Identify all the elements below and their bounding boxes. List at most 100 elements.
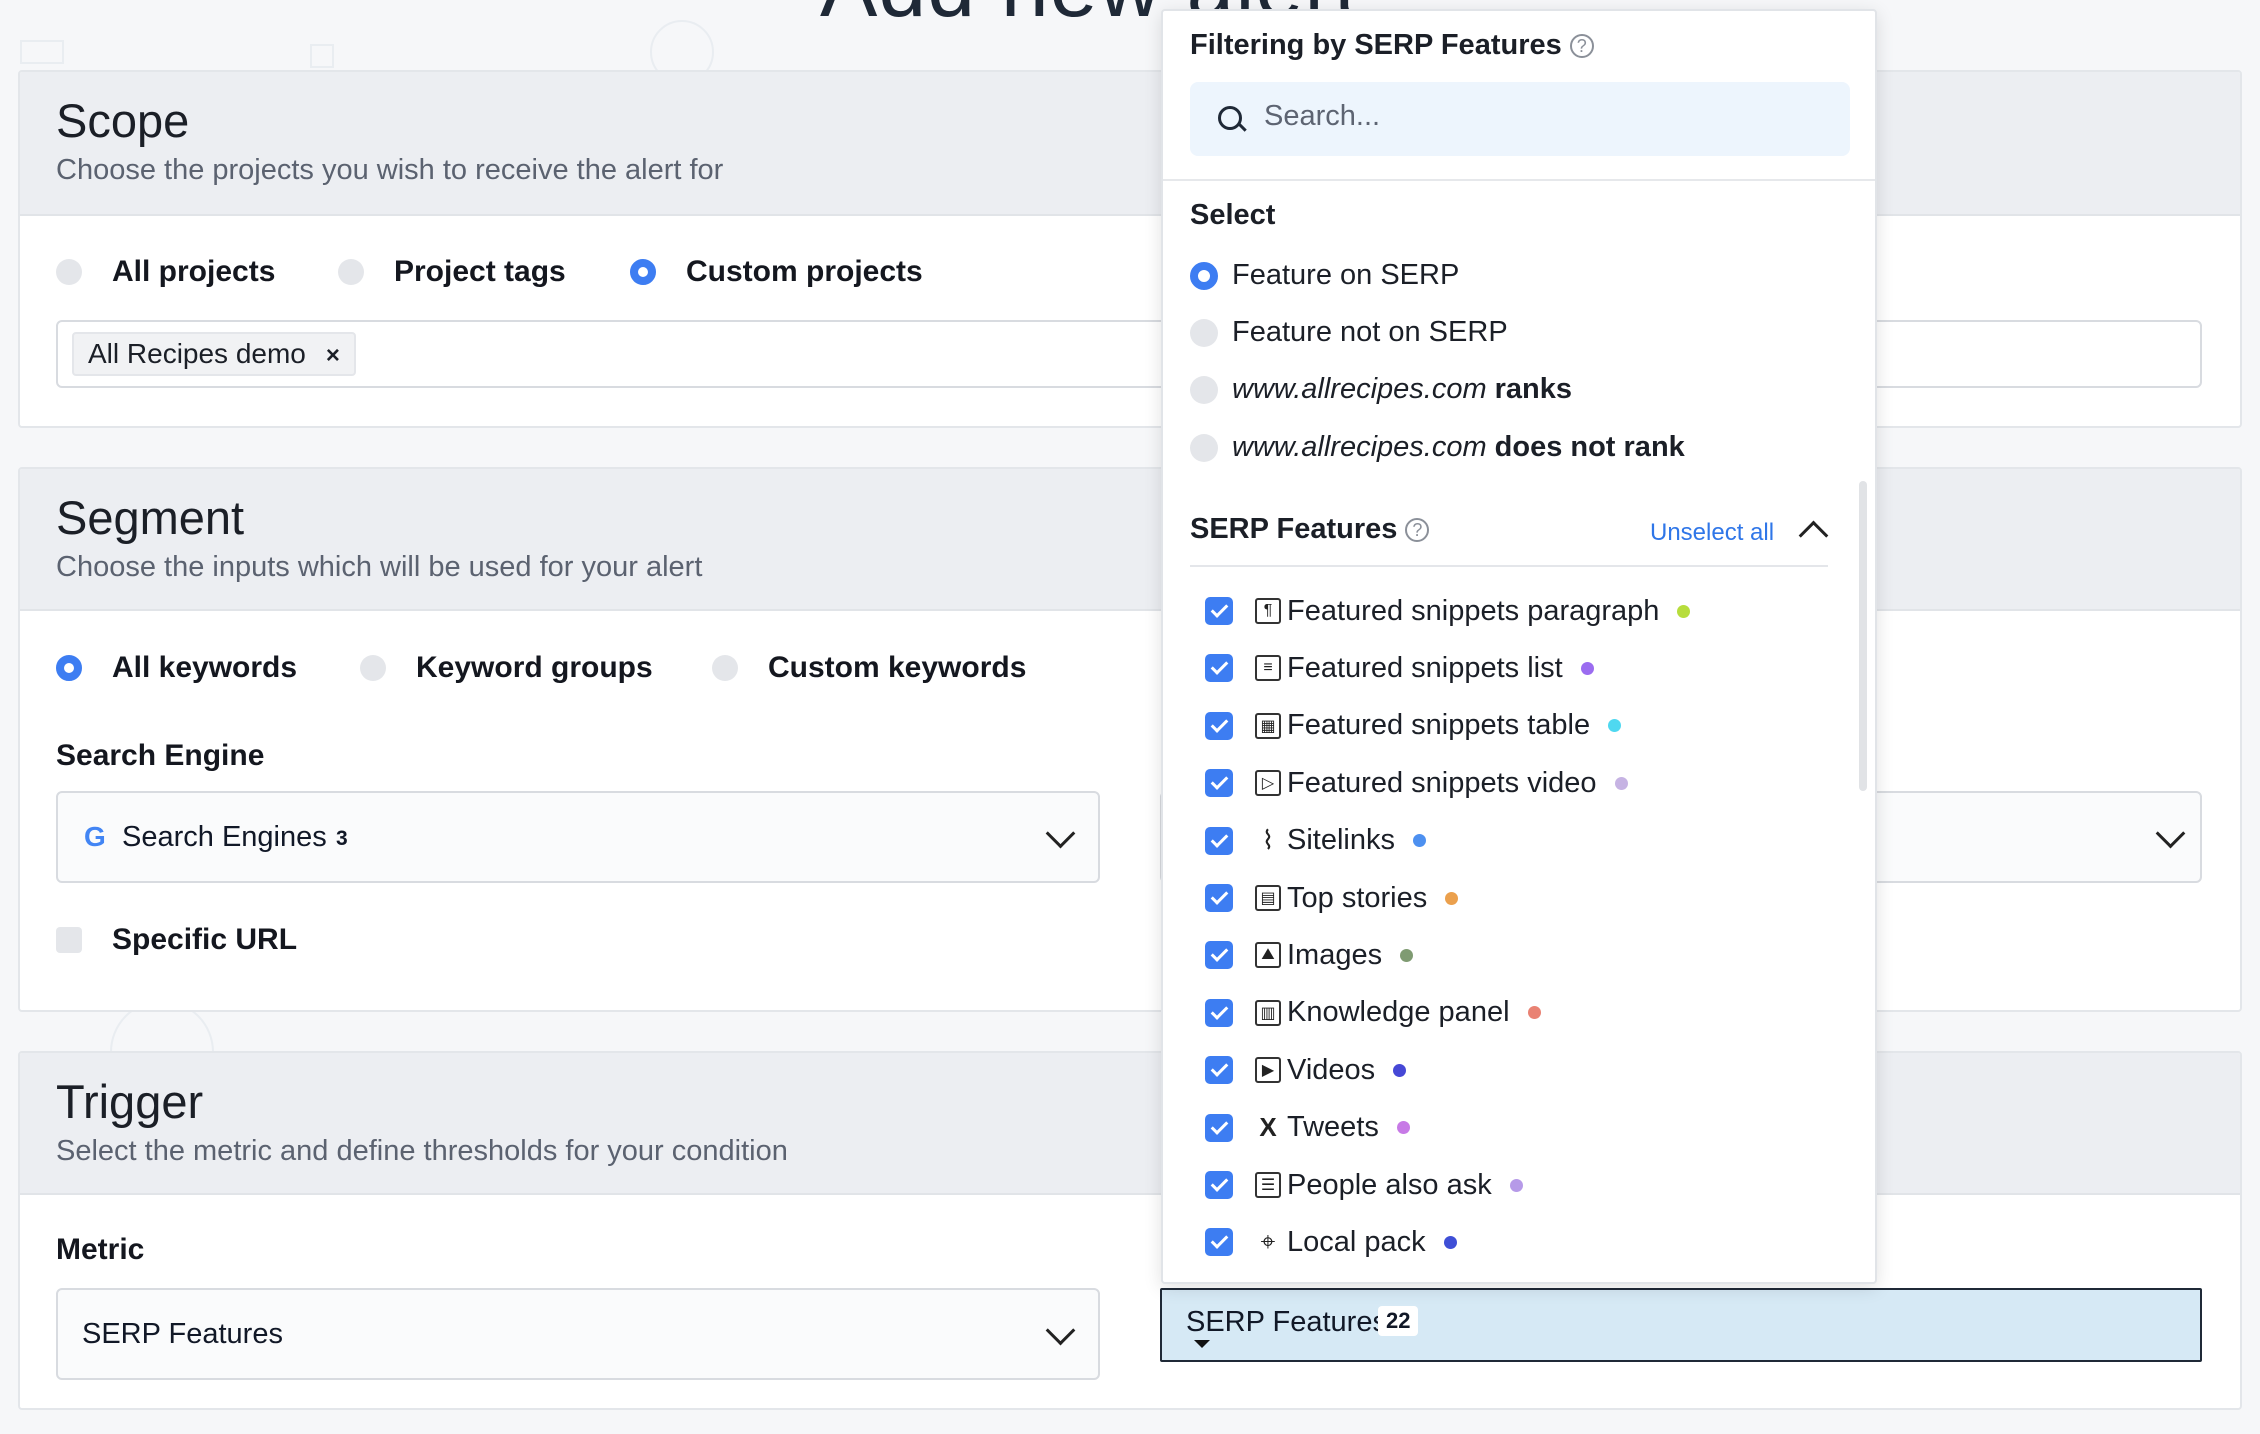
scope-header: Scope Choose the projects you wish to re… — [20, 72, 2240, 216]
serp-feature-item[interactable]: ▦ Featured snippets table — [1205, 706, 1622, 746]
option-domain-ranks[interactable]: www.allrecipes.com ranks — [1190, 373, 1572, 406]
radio-label: Custom keywords — [768, 651, 1027, 684]
segment-option-all-keywords[interactable]: All keywords — [56, 651, 297, 685]
serp-feature-item[interactable]: ▷ Featured snippets video — [1205, 763, 1628, 803]
metric-select[interactable]: SERP Features — [56, 1288, 1100, 1380]
color-dot — [1580, 661, 1594, 675]
checkbox-checked[interactable] — [1205, 998, 1233, 1027]
radio-button[interactable] — [1190, 318, 1218, 347]
segment-option-custom-keywords[interactable]: Custom keywords — [712, 651, 1026, 685]
checkbox-checked[interactable] — [1205, 597, 1233, 625]
search-engine-select[interactable]: G Search Engines 3 — [56, 791, 1100, 883]
specific-url-checkbox[interactable]: Specific URL — [56, 923, 297, 957]
option-domain: www.allrecipes.com — [1232, 431, 1487, 463]
help-icon[interactable]: ? — [1569, 34, 1594, 59]
checkbox-checked[interactable] — [1205, 1056, 1233, 1085]
snippet-video-icon: ▷ — [1255, 770, 1281, 797]
project-tag: All Recipes demo × — [72, 332, 356, 376]
radio-button[interactable] — [360, 655, 386, 681]
serp-feature-item[interactable]: ¶ Featured snippets paragraph — [1205, 591, 1691, 631]
option-label: Feature not on SERP — [1232, 316, 1508, 348]
serp-feature-item[interactable]: ▤ Top stories — [1205, 878, 1459, 918]
radio-label: All projects — [112, 255, 276, 288]
checkbox[interactable] — [56, 927, 82, 953]
option-feature-not-on-serp[interactable]: Feature not on SERP — [1190, 316, 1508, 349]
snippet-paragraph-icon: ¶ — [1255, 598, 1281, 624]
segment-card: Segment Choose the inputs which will be … — [18, 467, 2242, 1012]
serp-feature-label: Local pack — [1287, 1225, 1426, 1258]
checkbox-checked[interactable] — [1205, 654, 1233, 683]
color-dot — [1393, 1063, 1407, 1077]
background-decoration — [20, 40, 64, 64]
checkbox-checked[interactable] — [1205, 1171, 1233, 1199]
search-icon — [1218, 106, 1242, 130]
serp-feature-label: Tweets — [1287, 1111, 1379, 1144]
serp-feature-item[interactable]: ☰ People also ask — [1205, 1165, 1523, 1205]
serp-feature-label: Sitelinks — [1287, 824, 1395, 857]
divider — [1190, 565, 1828, 567]
checkbox-checked[interactable] — [1205, 941, 1233, 970]
serp-feature-item[interactable]: ▥ Knowledge panel — [1205, 993, 1541, 1033]
color-dot — [1677, 604, 1691, 618]
serp-feature-item[interactable]: ⛰ Images — [1205, 935, 1414, 975]
radio-button[interactable] — [712, 655, 738, 681]
serp-feature-item[interactable]: ▶ Videos — [1205, 1050, 1407, 1090]
chevron-down-icon — [2155, 818, 2186, 849]
trigger-title: Trigger — [56, 1075, 204, 1128]
serp-features-count-badge: 22 — [1378, 1306, 1419, 1336]
serp-feature-label: Featured snippets video — [1287, 766, 1597, 799]
chevron-down-icon — [1045, 1315, 1076, 1346]
checkbox-checked[interactable] — [1205, 769, 1233, 798]
serp-feature-item[interactable]: ⌇ Sitelinks — [1205, 821, 1426, 861]
project-select-field[interactable]: All Recipes demo × — [56, 320, 2202, 388]
segment-title: Segment — [56, 491, 245, 544]
checkbox-label: Specific URL — [112, 923, 298, 956]
scope-option-all-projects[interactable]: All projects — [56, 255, 275, 289]
radio-button-selected[interactable] — [1190, 261, 1218, 290]
option-feature-on-serp[interactable]: Feature on SERP — [1190, 259, 1459, 292]
color-dot — [1614, 776, 1628, 790]
unselect-all-link[interactable]: Unselect all — [1650, 519, 1774, 547]
search-engine-label: Search Engine — [56, 739, 265, 772]
serp-feature-item[interactable]: ⌖ Local pack — [1205, 1222, 1457, 1262]
x-icon: X — [1259, 1112, 1277, 1143]
scope-option-project-tags[interactable]: Project tags — [338, 255, 566, 289]
newspaper-icon: ▤ — [1255, 885, 1281, 911]
radio-button-selected[interactable] — [630, 259, 656, 285]
radio-button[interactable] — [1190, 375, 1218, 404]
serp-feature-label: Top stories — [1287, 881, 1428, 914]
color-dot — [1400, 948, 1414, 962]
option-label: Feature on SERP — [1232, 259, 1460, 291]
chevron-up-icon[interactable] — [1798, 520, 1829, 551]
trigger-card: Trigger Select the metric and define thr… — [18, 1051, 2242, 1410]
checkbox-checked[interactable] — [1205, 711, 1233, 740]
snippet-table-icon: ▦ — [1255, 712, 1281, 739]
segment-option-keyword-groups[interactable]: Keyword groups — [360, 651, 653, 685]
radio-button-selected[interactable] — [56, 655, 82, 681]
checkbox-checked[interactable] — [1205, 1113, 1233, 1142]
radio-button[interactable] — [1190, 433, 1218, 462]
scope-card: Scope Choose the projects you wish to re… — [18, 70, 2242, 428]
serp-feature-item[interactable]: X Tweets — [1205, 1108, 1410, 1148]
serp-feature-label: People also ask — [1287, 1168, 1492, 1201]
color-dot — [1527, 1006, 1541, 1020]
background-decoration — [310, 44, 334, 68]
radio-button[interactable] — [338, 259, 364, 285]
color-dot — [1608, 719, 1622, 733]
option-label: www.allrecipes.com does not rank — [1232, 431, 1685, 464]
scope-option-custom-projects[interactable]: Custom projects — [630, 255, 923, 289]
checkbox-checked[interactable] — [1205, 884, 1233, 912]
option-domain-does-not-rank[interactable]: www.allrecipes.com does not rank — [1190, 431, 1685, 464]
dropdown-search-input[interactable]: Search... — [1190, 82, 1850, 156]
radio-button[interactable] — [56, 259, 82, 285]
serp-feature-item[interactable]: ≡ Featured snippets list — [1205, 648, 1594, 688]
serp-features-filter-button[interactable]: SERP Features 22 — [1160, 1288, 2202, 1362]
checkbox-checked[interactable] — [1205, 826, 1233, 855]
serp-feature-label: Featured snippets table — [1287, 709, 1591, 742]
checkbox-checked[interactable] — [1205, 1228, 1233, 1257]
color-dot — [1443, 1235, 1457, 1249]
option-suffix: does not rank — [1494, 431, 1685, 463]
remove-tag-icon[interactable]: × — [326, 342, 340, 369]
help-icon[interactable]: ? — [1405, 518, 1430, 543]
scrollbar[interactable] — [1859, 481, 1867, 791]
